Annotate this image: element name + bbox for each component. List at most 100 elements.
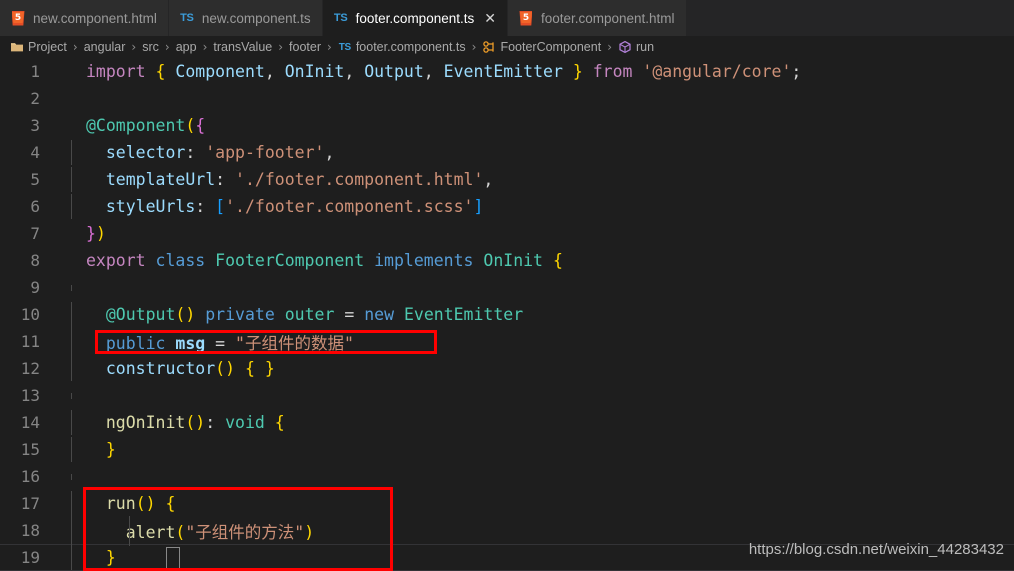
code-line: 17 run() {	[0, 490, 1014, 517]
line-number: 7	[30, 224, 40, 243]
token-msg-value: "子组件的数据"	[235, 333, 354, 353]
code-line: 8 export class FooterComponent implement…	[0, 247, 1014, 274]
token-run: run	[105, 494, 136, 513]
token-outer: outer	[284, 305, 335, 324]
breadcrumb-item-app[interactable]: app	[174, 40, 199, 54]
tab-label: new.component.html	[33, 10, 157, 26]
vscode-window: 5 new.component.html TS new.component.ts…	[0, 0, 1014, 571]
token-styleurls-value: './footer.component.scss'	[225, 197, 474, 216]
breadcrumb-label: app	[175, 40, 197, 54]
tab-footer-component-html[interactable]: 5 footer.component.html	[507, 0, 687, 36]
line-number: 5	[30, 170, 40, 189]
watermark: https://blog.csdn.net/weixin_44283432	[748, 541, 1004, 558]
breadcrumb-item-footercomponent[interactable]: FooterComponent	[480, 40, 603, 54]
line-number: 15	[20, 440, 40, 459]
token-implements: implements	[374, 251, 474, 270]
line-number: 13	[20, 386, 40, 405]
html5-icon: 5	[518, 10, 534, 26]
line-content: alert("子组件的方法")	[64, 515, 1014, 546]
token-ngoninit: ngOnInit	[105, 413, 186, 432]
method-icon	[618, 40, 632, 54]
breadcrumb-label: run	[636, 40, 655, 54]
line-content: }	[64, 437, 1014, 462]
code-editor[interactable]: 1 import { Component, OnInit, Output, Ev…	[0, 58, 1014, 571]
line-number: 4	[30, 143, 40, 162]
breadcrumb-label: Project	[28, 40, 67, 54]
breadcrumb-label: FooterComponent	[500, 40, 602, 54]
token-void: void	[225, 413, 265, 432]
code-line: 6 styleUrls: ['./footer.component.scss']	[0, 193, 1014, 220]
breadcrumb-separator: ›	[202, 40, 208, 54]
breadcrumb-label: footer.component.ts	[355, 40, 466, 54]
class-icon	[482, 40, 496, 54]
breadcrumb-separator: ›	[607, 40, 613, 54]
line-content: @Output() private outer = new EventEmitt…	[64, 302, 1014, 327]
breadcrumb-label: transValue	[213, 40, 273, 54]
token-msg: msg	[175, 333, 206, 353]
token-styleurls-key: styleUrls	[105, 197, 196, 216]
code-line: 4 selector: 'app-footer',	[0, 139, 1014, 166]
token-templateurl-value: './footer.component.html'	[235, 170, 484, 189]
line-content: @Component({	[86, 116, 206, 135]
tab-label: footer.component.html	[540, 10, 675, 26]
breadcrumb-item-project[interactable]: Project	[8, 40, 69, 54]
code-line: 14 ngOnInit(): void {	[0, 409, 1014, 436]
token-alert-value: "子组件的方法"	[185, 522, 305, 542]
line-number: 8	[30, 251, 40, 270]
breadcrumb-separator: ›	[164, 40, 170, 54]
token-export: export	[86, 251, 146, 270]
token-templateurl-key: templateUrl	[105, 170, 216, 189]
code-line: 7 })	[0, 220, 1014, 247]
line-number: 3	[30, 116, 40, 135]
code-line: 13	[0, 382, 1014, 409]
token-import: import	[86, 62, 146, 81]
tab-new-component-html[interactable]: 5 new.component.html	[0, 0, 169, 36]
close-icon[interactable]: ✕	[484, 11, 496, 25]
line-number: 14	[20, 413, 40, 432]
breadcrumb-item-angular[interactable]: angular	[82, 40, 128, 54]
line-number: 6	[30, 197, 40, 216]
code-line: 3 @Component({	[0, 112, 1014, 139]
code-line: 10 @Output() private outer = new EventEm…	[0, 301, 1014, 328]
breadcrumb-label: footer	[289, 40, 322, 54]
token-footercomponent: FooterComponent	[215, 251, 365, 270]
breadcrumb-separator: ›	[131, 40, 137, 54]
token-output: Output	[364, 62, 424, 81]
breadcrumb-item-footer-component-ts[interactable]: TS footer.component.ts	[336, 40, 468, 54]
code-line: 5 templateUrl: './footer.component.html'…	[0, 166, 1014, 193]
token-selector-key: selector	[105, 143, 186, 162]
breadcrumb-separator: ›	[327, 40, 332, 54]
line-number: 12	[20, 359, 40, 378]
token-alert: alert	[125, 522, 176, 542]
token-eventemitter: EventEmitter	[443, 62, 563, 81]
token-component-decorator: @Component	[86, 116, 186, 135]
line-number: 18	[20, 521, 40, 540]
breadcrumb: Project › angular › src › app › transVal…	[0, 36, 1014, 58]
token-constructor: constructor	[105, 359, 216, 378]
breadcrumb-item-src[interactable]: src	[140, 40, 161, 54]
line-content: })	[86, 224, 106, 243]
token-oninit: OnInit	[483, 251, 543, 270]
line-number: 2	[30, 89, 40, 108]
tab-footer-component-ts[interactable]: TS footer.component.ts ✕	[322, 0, 508, 36]
code-line: 1 import { Component, OnInit, Output, Ev…	[0, 58, 1014, 85]
code-line: 16	[0, 463, 1014, 490]
token-oninit: OnInit	[284, 62, 345, 81]
line-content: public msg = "子组件的数据"	[64, 326, 1014, 357]
breadcrumb-item-run[interactable]: run	[616, 40, 656, 54]
tab-label: new.component.ts	[201, 10, 311, 26]
code-line: 11 public msg = "子组件的数据"	[0, 326, 1014, 357]
typescript-icon: TS	[333, 12, 348, 24]
code-line: 18 alert("子组件的方法")	[0, 515, 1014, 546]
breadcrumb-label: angular	[83, 40, 126, 54]
folder-icon	[10, 40, 24, 54]
html5-icon: 5	[10, 10, 26, 26]
breadcrumb-item-transvalue[interactable]: transValue	[211, 40, 274, 54]
breadcrumb-item-footer[interactable]: footer	[287, 40, 323, 54]
token-class: class	[155, 251, 206, 270]
typescript-icon: TS	[180, 12, 194, 24]
line-content: export class FooterComponent implements …	[86, 251, 563, 270]
line-number: 11	[20, 332, 40, 351]
tab-new-component-ts[interactable]: TS new.component.ts	[168, 0, 323, 36]
line-number: 16	[20, 467, 40, 486]
